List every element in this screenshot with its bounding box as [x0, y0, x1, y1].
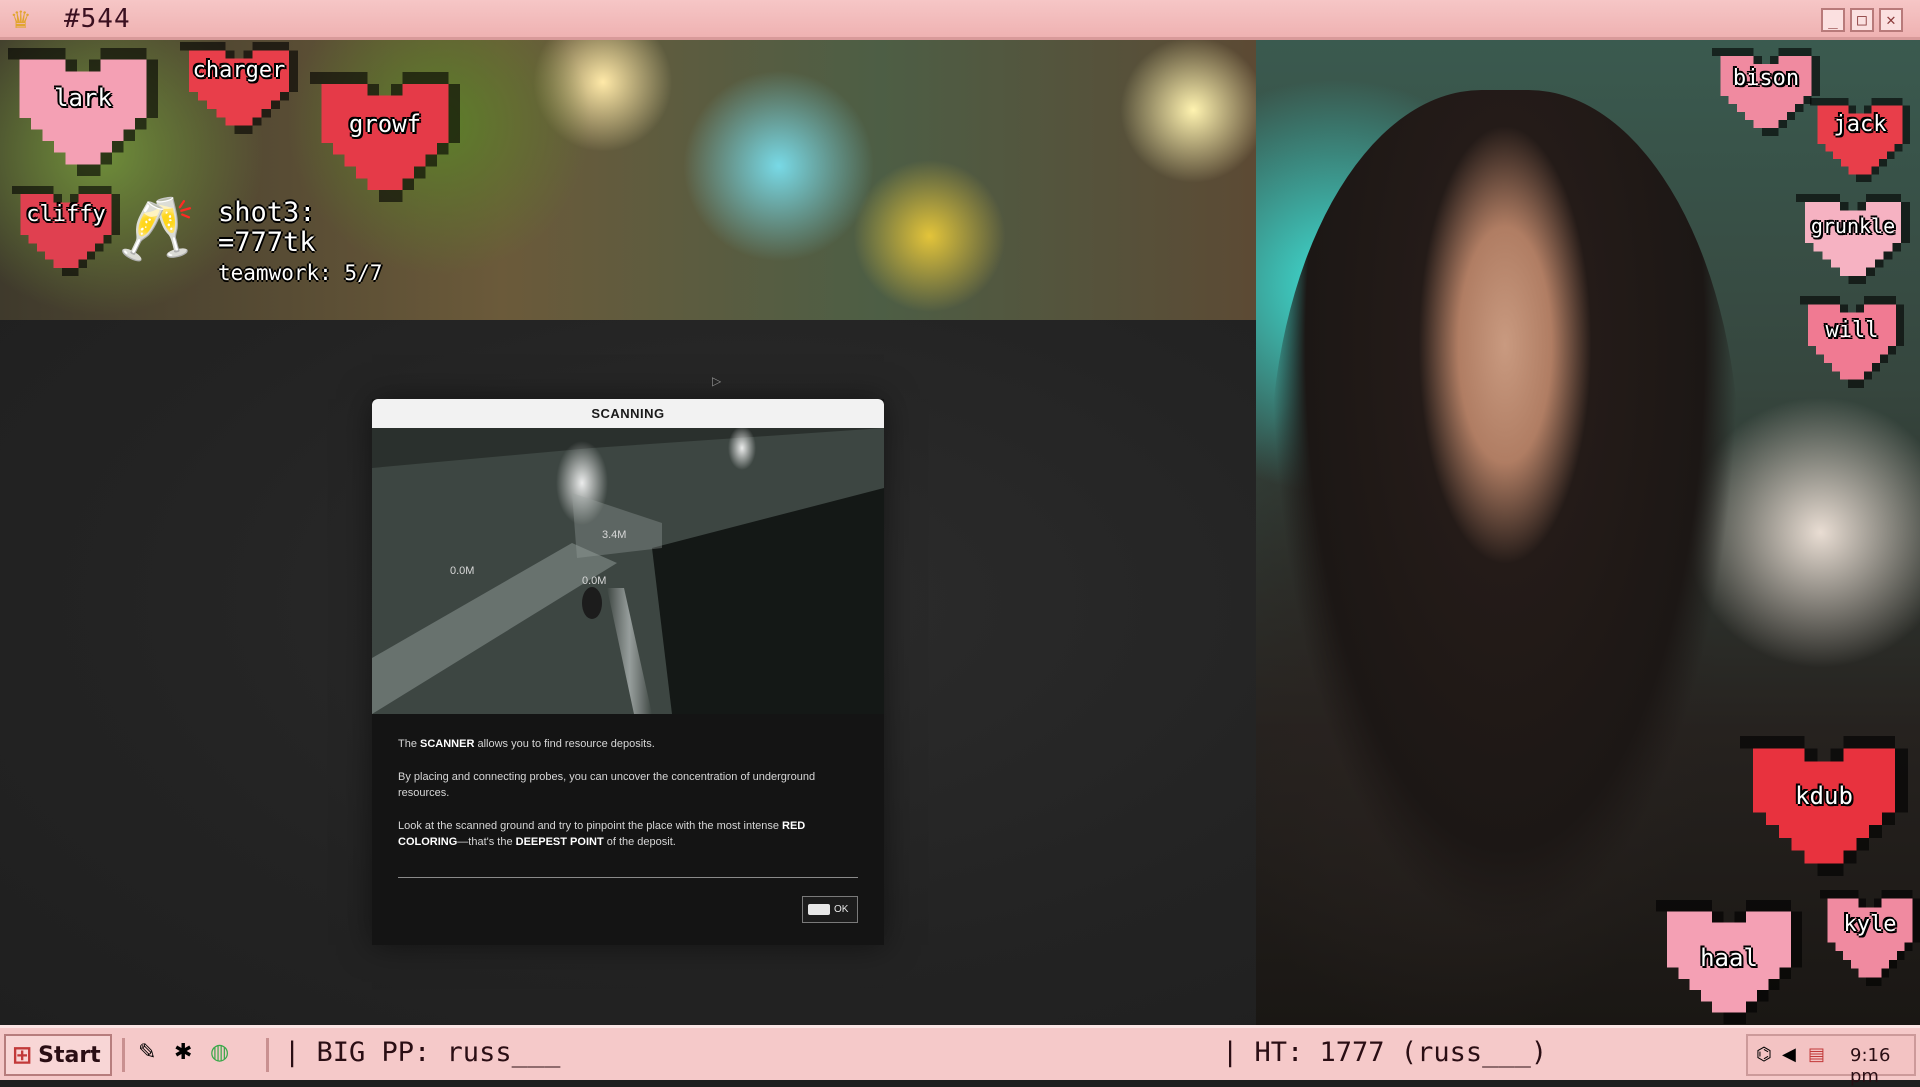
heart-label: kdub — [1795, 782, 1853, 810]
stream-stats: shot3: =777tk teamwork: 5/7 — [218, 198, 382, 288]
scan-distance-label: 3.4M — [602, 529, 627, 541]
stat-shot-value: =777tk — [218, 227, 316, 258]
start-label: Start — [38, 1042, 101, 1068]
heart-badge-kyle: kyle — [1820, 890, 1920, 986]
mouse-cursor-icon: ▷ — [712, 374, 722, 388]
dialog-body: The SCANNER allows you to find resource … — [398, 736, 858, 867]
ok-button[interactable]: OK — [802, 896, 858, 923]
window-title: #544 — [64, 4, 131, 34]
stat-shot-label: shot3: — [218, 197, 316, 228]
window-titlebar: ♛ #544 _ □ ✕ — [0, 0, 1920, 40]
heart-label: grunkle — [1810, 214, 1896, 238]
champagne-icon: 🥂 — [118, 192, 196, 265]
heart-badge-cliffy: cliffy — [12, 186, 120, 276]
heart-badge-grunkle: grunkle — [1796, 194, 1910, 284]
scan-distance-label: 0.0M — [450, 565, 475, 577]
heart-label: cliffy — [26, 202, 106, 227]
notepad-icon[interactable]: ✎ — [138, 1040, 156, 1065]
heart-badge-charger: charger — [180, 42, 298, 134]
heart-badge-jack: jack — [1810, 98, 1910, 182]
clock: 9:16 pm — [1850, 1045, 1891, 1087]
volume-icon[interactable]: ◀ — [1782, 1044, 1796, 1065]
heart-badge-growf: growf — [310, 72, 460, 202]
taskbar-separator — [266, 1038, 269, 1072]
taskbar-separator — [122, 1038, 125, 1072]
close-button[interactable]: ✕ — [1879, 8, 1903, 32]
paragraph-red-coloring: Look at the scanned ground and try to pi… — [398, 820, 806, 848]
heart-badge-haal: haal — [1656, 900, 1802, 1024]
ticker-big-pp: | BIG PP: russ___ — [284, 1037, 561, 1068]
taskbar: ⊞ Start ✎ ✱ ◍ | BIG PP: russ___ | HT: 17… — [0, 1025, 1920, 1087]
scanning-dialog: SCANNING 3.4M 0.0M 0.0M The SCANNER allo… — [372, 399, 884, 945]
scanner-preview-image: 3.4M 0.0M 0.0M — [372, 428, 884, 714]
system-tray: ⌬ ◀ ▤ 9:16 pm — [1746, 1034, 1916, 1087]
heart-label: charger — [192, 58, 286, 83]
network-icon[interactable]: ⌬ — [1756, 1044, 1772, 1065]
maximize-button[interactable]: □ — [1850, 8, 1874, 32]
paint-icon[interactable]: ✱ — [174, 1040, 192, 1065]
dialog-title: SCANNING — [372, 399, 884, 428]
minimize-button[interactable]: _ — [1821, 8, 1845, 32]
heart-label: jack — [1833, 112, 1887, 137]
scanner-scene-svg — [372, 428, 884, 714]
heart-label: bison — [1732, 66, 1800, 91]
dialog-divider — [398, 877, 858, 878]
heart-badge-bison: bison — [1712, 48, 1820, 136]
windows-logo-icon: ⊞ — [12, 1041, 33, 1069]
globe-icon[interactable]: ◍ — [210, 1040, 229, 1065]
heart-label: haal — [1700, 944, 1758, 972]
paragraph-probes: By placing and connecting probes, you ca… — [398, 771, 816, 799]
keyboard-key-icon — [808, 903, 830, 915]
ticker-ht: | HT: 1777 (russ___) — [1222, 1037, 1548, 1068]
heart-label: will — [1825, 318, 1879, 343]
start-button[interactable]: ⊞ Start — [4, 1034, 112, 1076]
heart-label: lark — [54, 84, 112, 112]
streamer-silhouette — [1270, 90, 1740, 940]
crown-icon: ♛ — [10, 6, 32, 34]
heart-badge-lark: lark — [8, 48, 158, 176]
paragraph-scanner-intro: The SCANNER allows you to find resource … — [398, 738, 655, 750]
scan-distance-label: 0.0M — [582, 575, 607, 587]
display-icon[interactable]: ▤ — [1808, 1044, 1825, 1065]
stat-teamwork: teamwork: 5/7 — [218, 261, 383, 285]
heart-label: kyle — [1843, 912, 1897, 937]
heart-badge-kdub: kdub — [1740, 736, 1908, 876]
heart-label: growf — [348, 110, 422, 138]
heart-badge-will: will — [1800, 296, 1904, 388]
